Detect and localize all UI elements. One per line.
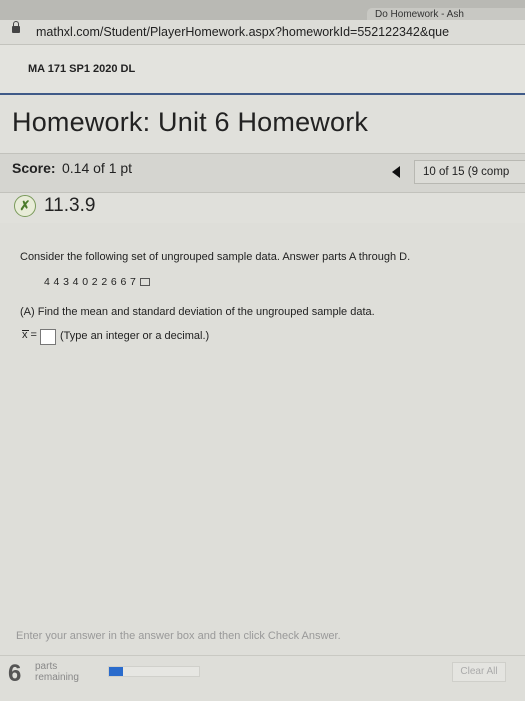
- lock-icon: [12, 21, 20, 33]
- address-bar[interactable]: mathxl.com/Student/PlayerHomework.aspx?h…: [0, 20, 525, 45]
- part-a-prompt: (A) Find the mean and standard deviation…: [20, 306, 375, 318]
- browser-tab-bar: Do Homework - Ash: [0, 0, 525, 21]
- mean-answer-input[interactable]: [40, 329, 56, 345]
- progress-fill: [109, 667, 123, 676]
- answer-hint: (Type an integer or a decimal.): [60, 330, 210, 342]
- parts-label-line2: remaining: [35, 672, 79, 683]
- progress-bar: [108, 666, 200, 677]
- prev-arrow-icon[interactable]: [392, 166, 400, 178]
- partial-correct-icon: ✗: [14, 195, 36, 217]
- data-values-row: 4 4 3 4 0 2 2 6 6 7: [44, 276, 151, 288]
- score-bar: Score: 0.14 of 1 pt 10 of 15 (9 comp: [0, 153, 525, 193]
- mean-symbol-label: x =: [22, 329, 37, 341]
- score-value: 0.14 of 1 pt: [62, 160, 133, 176]
- course-header: MA 171 SP1 2020 DL: [0, 45, 525, 95]
- instruction-text: Enter your answer in the answer box and …: [16, 630, 341, 642]
- question-counter-select[interactable]: 10 of 15 (9 comp: [414, 160, 525, 184]
- copy-data-icon[interactable]: [140, 278, 151, 287]
- parts-remaining-label: parts remaining: [35, 661, 95, 683]
- question-panel: Consider the following set of ungrouped …: [0, 223, 525, 693]
- parts-label-line1: parts: [35, 661, 58, 672]
- score-label: Score:: [12, 160, 56, 176]
- clear-all-button[interactable]: Clear All: [452, 662, 506, 682]
- question-id: 11.3.9: [44, 195, 96, 216]
- question-prompt: Consider the following set of ungrouped …: [20, 251, 411, 263]
- homework-page: Homework: Unit 6 Homework Score: 0.14 of…: [0, 95, 525, 701]
- url-text[interactable]: mathxl.com/Student/PlayerHomework.aspx?h…: [36, 20, 449, 44]
- data-values: 4 4 3 4 0 2 2 6 6 7: [44, 276, 137, 288]
- parts-remaining-count: 6: [8, 660, 22, 687]
- footer-bar: 6 parts remaining Clear All: [0, 655, 525, 701]
- page-title: Homework: Unit 6 Homework: [12, 107, 369, 137]
- course-name[interactable]: MA 171 SP1 2020 DL: [28, 63, 135, 75]
